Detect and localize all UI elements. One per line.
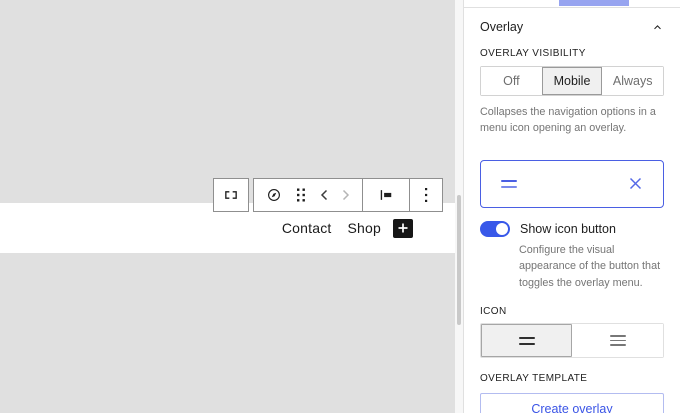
overlay-template-label: OVERLAY TEMPLATE [480,373,664,384]
canvas-scrollbar-thumb[interactable] [457,195,461,325]
overlay-panel-header[interactable]: Overlay [464,8,680,45]
nav-item-shop[interactable]: Shop [348,220,382,236]
visibility-option-off[interactable]: Off [481,67,542,95]
move-right-button[interactable] [339,181,353,209]
options-menu-button[interactable] [418,181,434,209]
select-parent-block-button[interactable] [216,181,246,209]
close-x-icon [628,176,643,191]
block-toolbar [213,178,443,212]
navigation-compass-icon [265,186,283,204]
overlay-visibility-label: OVERLAY VISIBILITY [480,48,586,59]
editor-canvas[interactable]: Contact Shop [0,0,455,413]
menu-three-line-icon [610,335,626,346]
settings-sidebar: Overlay OVERLAY VISIBILITY Off Mobile Al… [463,0,680,413]
drag-six-dots-icon [295,187,307,203]
editor-window: Contact Shop [0,0,680,413]
plus-icon [397,222,409,234]
icon-option-menu-three-line[interactable] [572,324,663,357]
visibility-option-always[interactable]: Always [602,67,663,95]
justify-items-button[interactable] [375,181,397,209]
brackets-parent-icon [221,185,241,205]
toolbar-group-block [254,179,362,211]
toolbar-group-justify [362,179,409,211]
show-icon-button-label: Show icon button [520,222,616,236]
chevron-up-icon[interactable] [651,21,664,34]
menu-two-line-icon [501,180,517,188]
toggle-knob [496,223,508,235]
icon-option-menu-two-line[interactable] [481,324,572,357]
panel-title: Overlay [480,20,523,34]
sidebar-tabbar [464,0,680,8]
show-icon-button-toggle[interactable] [480,221,510,237]
canvas-scrollbar-track [455,0,463,413]
menu-two-line-icon [519,337,535,345]
vertical-ellipsis-icon [419,186,433,204]
block-type-button[interactable] [263,181,285,209]
icon-picker-control [480,323,664,358]
add-block-button[interactable] [393,219,413,238]
create-overlay-button[interactable]: Create overlay [480,393,664,413]
chevron-left-icon [318,188,330,202]
drag-handle[interactable] [293,181,309,209]
nav-item-contact[interactable]: Contact [282,220,332,236]
overlay-visibility-help: Collapses the navigation options in a me… [480,104,664,137]
active-tab-indicator[interactable] [559,0,629,6]
move-left-button[interactable] [317,181,331,209]
icon-picker-label: ICON [480,306,664,317]
overlay-visibility-control: Off Mobile Always [480,66,664,96]
visibility-option-mobile[interactable]: Mobile [542,67,603,95]
chevron-right-icon [340,188,352,202]
justify-left-icon [377,186,395,204]
show-icon-button-help: Configure the visual appearance of the b… [519,242,669,291]
toolbar-group-options [409,179,442,211]
overlay-preview[interactable] [480,160,664,208]
